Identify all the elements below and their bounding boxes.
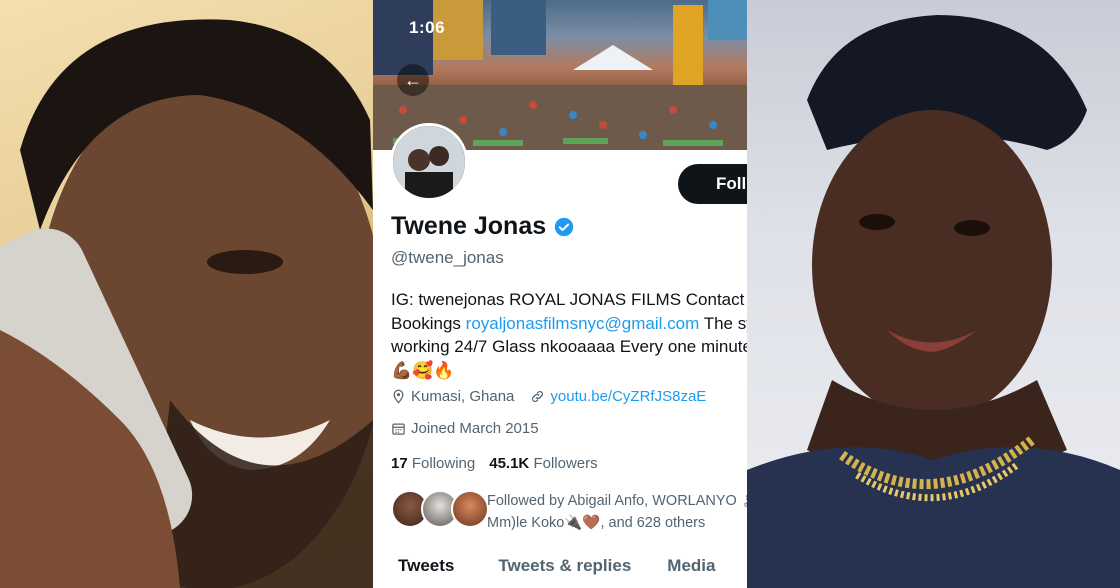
link-icon: [532, 391, 544, 402]
verified-badge-icon: [554, 217, 574, 236]
bio-text: The sy: [703, 313, 747, 333]
followers-count: 45.1K: [489, 455, 530, 472]
follower-avatar: [451, 490, 489, 528]
profile-handle: @twene_jonas: [391, 248, 504, 267]
profile-avatar[interactable]: [390, 123, 468, 201]
profile-bio: IG: twenejonas ROYAL JONAS FILMS Contact…: [391, 288, 747, 382]
profile-name-row: Twene Jonas: [391, 212, 574, 241]
location: Kumasi, Ghana: [391, 388, 514, 405]
website-link[interactable]: youtu.be/CyZRfJS8zaE: [550, 388, 706, 405]
website[interactable]: youtu.be/CyZRfJS8zaE: [530, 388, 706, 405]
bio-email-link[interactable]: royaljonasfilmsnyc@gmail.com: [466, 314, 700, 333]
followed-by-line: Mm)le Koko🔌🤎, and 628 others: [487, 515, 706, 531]
location-text: Kumasi, Ghana: [411, 388, 515, 405]
right-photo: [747, 0, 1120, 588]
bio-line: Bookings royaljonasfilmsnyc@gmail.com Th…: [391, 312, 747, 336]
bio-line: working 24/7 Glass nkooaaaa Every one mi…: [391, 337, 747, 356]
bio-line: IG: twenejonas ROYAL JONAS FILMS Contact…: [391, 290, 747, 309]
followed-by-line: Followed by Abigail Anfo, WORLANYO 🏝: [487, 493, 747, 509]
tab-media[interactable]: Media: [667, 550, 715, 588]
avatar-image: [393, 126, 465, 198]
followed-by-avatars[interactable]: [391, 490, 489, 528]
profile-tabs: Tweets Tweets & replies Media: [373, 550, 747, 588]
joined-text: Joined March 2015: [411, 420, 539, 437]
followed-by-text[interactable]: Followed by Abigail Anfo, WORLANYO 🏝 Mm)…: [487, 490, 747, 534]
profile-meta-row: Kumasi, Ghana youtu.be/CyZRfJS8zaE: [391, 388, 706, 405]
left-photo: [0, 0, 373, 588]
status-bar-time: 1:06: [409, 18, 446, 37]
twitter-profile-screen: 1:06 ← Foll Twene Jonas @twene_jonas IG:…: [373, 0, 747, 588]
profile-stats: 17 Following 45.1K Followers: [391, 455, 598, 472]
followers-stat[interactable]: 45.1K Followers: [489, 455, 597, 472]
man-with-chain-photo: [747, 15, 1120, 588]
location-pin-icon: [393, 389, 404, 404]
back-button[interactable]: ←: [397, 64, 429, 96]
following-stat[interactable]: 17 Following: [391, 455, 475, 472]
tab-tweets-replies[interactable]: Tweets & replies: [498, 550, 631, 588]
following-count: 17: [391, 455, 408, 472]
tab-tweets[interactable]: Tweets: [398, 550, 454, 588]
calendar-icon: [392, 423, 405, 435]
bio-text: Bookings: [391, 313, 466, 333]
followers-label: Followers: [533, 455, 598, 472]
man-on-phone-photo: [0, 19, 373, 588]
profile-name: Twene Jonas: [391, 212, 547, 240]
arrow-left-icon: ←: [404, 70, 422, 90]
joined-date: Joined March 2015: [391, 420, 539, 437]
bio-emojis: 💪🏾🥰🔥: [391, 360, 455, 380]
follow-button[interactable]: Foll: [678, 164, 747, 204]
following-label: Following: [411, 455, 476, 472]
